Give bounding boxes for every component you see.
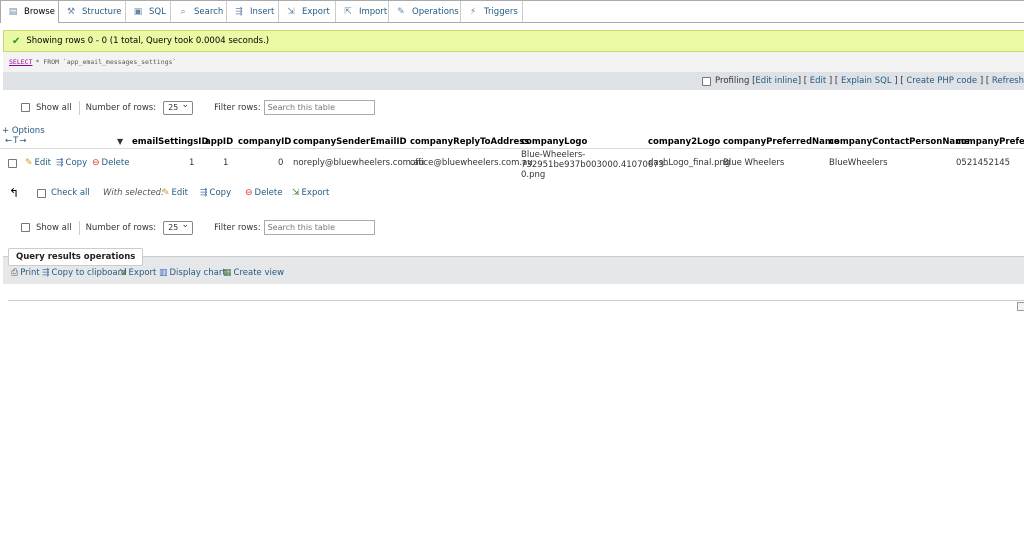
col-companyPreferredContact[interactable]: companyPreferredContact bbox=[956, 137, 1024, 147]
cell-companyLogo[interactable]: Blue-Wheelers- 732951be937b003000.410706… bbox=[521, 150, 667, 180]
tab-triggers[interactable]: ⚡ Triggers bbox=[461, 1, 523, 22]
printer-icon: ⎙ bbox=[11, 268, 19, 278]
col-emailSettingsID[interactable]: emailSettingsID bbox=[132, 137, 209, 147]
explain-sql-link[interactable]: Explain SQL bbox=[841, 76, 892, 86]
tab-export[interactable]: ⇲ Export bbox=[279, 1, 336, 22]
checkmark-icon: ✔ bbox=[12, 35, 21, 47]
tab-import[interactable]: ⇱ Import bbox=[336, 1, 389, 22]
row-edit-button[interactable]: ✎ Edit bbox=[25, 158, 51, 168]
col-company2Logo[interactable]: company2Logo bbox=[648, 137, 720, 147]
triggers-icon: ⚡ bbox=[469, 6, 477, 17]
print-button[interactable]: ⎙ Print bbox=[11, 268, 40, 278]
bulk-edit-button[interactable]: ✎ Edit bbox=[162, 188, 188, 198]
delete-icon: ⊖ bbox=[92, 158, 100, 168]
col-companySenderEmailID[interactable]: companySenderEmailID bbox=[293, 137, 407, 147]
cell-companyPreferredContact[interactable]: 0521452145 bbox=[956, 158, 1010, 168]
options-link[interactable]: + Options bbox=[2, 126, 45, 136]
bulk-copy-button[interactable]: ⇶ Copy bbox=[200, 188, 231, 198]
col-companyReplyToAddress[interactable]: companyReplyToAddress bbox=[410, 137, 529, 147]
filter-input[interactable]: Search this table bbox=[263, 100, 375, 115]
show-all-checkbox-bottom[interactable] bbox=[21, 223, 30, 232]
export-icon: ⇲ bbox=[292, 188, 300, 198]
tab-structure[interactable]: ⚒ Structure bbox=[59, 1, 126, 22]
tab-search[interactable]: ⌕ Search bbox=[171, 1, 227, 22]
rows-select[interactable]: 25 bbox=[163, 99, 194, 115]
operations-icon: ✎ bbox=[397, 6, 405, 17]
check-all-checkbox[interactable] bbox=[37, 189, 46, 198]
bar-chart-icon: ▥ bbox=[159, 268, 168, 278]
row-checkbox[interactable] bbox=[8, 159, 17, 168]
table-navigation-bottom: Show all Number of rows: 25 Filter rows:… bbox=[21, 219, 375, 235]
view-icon: ▦ bbox=[223, 268, 232, 278]
pencil-icon: ✎ bbox=[162, 188, 170, 198]
display-chart-button[interactable]: ▥ Display chart bbox=[159, 268, 226, 278]
table-navigation-top: Show all Number of rows: 25 Filter rows:… bbox=[21, 99, 375, 115]
copy-to-clipboard-button[interactable]: ⇶ Copy to clipboard bbox=[42, 268, 126, 278]
rows-select-bottom[interactable]: 25 bbox=[163, 219, 194, 235]
cell-company2Logo[interactable]: dashLogo_final.png bbox=[648, 158, 730, 168]
export-icon: ⇲ bbox=[119, 268, 127, 278]
cell-companyReplyToAddress[interactable]: office@bluewheelers.com.au bbox=[410, 158, 533, 168]
console-toggle-icon[interactable] bbox=[1017, 302, 1024, 311]
copy-icon: ⇶ bbox=[56, 158, 64, 168]
show-all-label: Show all bbox=[36, 102, 72, 113]
bulk-export-button[interactable]: ⇲ Export bbox=[292, 188, 329, 198]
export-icon: ⇲ bbox=[287, 6, 295, 17]
col-companyContactPersonName[interactable]: companyContactPersonName bbox=[829, 137, 970, 147]
bulk-delete-button[interactable]: ⊖ Delete bbox=[245, 188, 282, 198]
arrow-up-icon: ↰ bbox=[9, 186, 20, 200]
success-message: ✔ Showing rows 0 - 0 (1 total, Query too… bbox=[3, 30, 1024, 52]
create-php-code-link[interactable]: Create PHP code bbox=[906, 76, 977, 86]
insert-icon: ⇶ bbox=[235, 6, 243, 17]
rows-label: Number of rows: bbox=[85, 102, 157, 113]
filter-input-bottom[interactable]: Search this table bbox=[263, 220, 375, 235]
tab-browse[interactable]: ▤ Browse bbox=[0, 1, 59, 23]
tab-bar: ▤ Browse ⚒ Structure ▣ SQL ⌕ Search ⇶ Insert … bbox=[0, 1, 1024, 23]
sql-keyword[interactable]: SELECT bbox=[9, 58, 32, 66]
col-appID[interactable]: appID bbox=[205, 137, 233, 147]
cell-companyID[interactable]: 0 bbox=[278, 158, 283, 168]
refresh-link[interactable]: Refresh bbox=[992, 76, 1024, 86]
tab-operations[interactable]: ✎ Operations bbox=[389, 1, 461, 22]
export-button[interactable]: ⇲ Export bbox=[119, 268, 156, 278]
delete-icon: ⊖ bbox=[245, 188, 253, 198]
divider bbox=[8, 300, 1024, 301]
tab-insert[interactable]: ⇶ Insert bbox=[227, 1, 279, 22]
col-companyPreferredName[interactable]: companyPreferredName bbox=[723, 137, 840, 147]
check-all-label[interactable]: Check all bbox=[51, 188, 90, 198]
edit-inline-link[interactable]: Edit inline bbox=[755, 76, 797, 86]
with-selected-label: With selected: bbox=[103, 188, 164, 198]
pencil-icon: ✎ bbox=[25, 158, 33, 168]
cell-companySenderEmailID[interactable]: noreply@bluewheelers.com.au bbox=[293, 158, 424, 168]
cell-companyPreferredName[interactable]: Blue Wheelers bbox=[723, 158, 784, 168]
cell-appID[interactable]: 1 bbox=[223, 158, 228, 168]
show-all-checkbox[interactable] bbox=[21, 103, 30, 112]
copy-icon: ⇶ bbox=[42, 268, 50, 278]
sql-icon: ▣ bbox=[133, 6, 143, 17]
column-menu-icon[interactable]: ▼ bbox=[117, 137, 123, 146]
sql-query-box[interactable]: SELECT * FROM `app_email_messages_settin… bbox=[3, 52, 1024, 72]
structure-icon: ⚒ bbox=[66, 6, 76, 17]
profiling-checkbox[interactable] bbox=[702, 76, 712, 86]
edit-link[interactable]: Edit bbox=[810, 76, 826, 86]
tab-sql[interactable]: ▣ SQL bbox=[126, 1, 171, 22]
col-companyID[interactable]: companyID bbox=[238, 137, 291, 147]
cell-companyContactPersonName[interactable]: BlueWheelers bbox=[829, 158, 888, 168]
create-view-button[interactable]: ▦ Create view bbox=[223, 268, 284, 278]
import-icon: ⇱ bbox=[344, 6, 352, 17]
copy-icon: ⇶ bbox=[200, 188, 208, 198]
query-links-bar: Profiling [Edit inline] [ Edit ] [ Expla… bbox=[3, 72, 1024, 90]
sort-arrows[interactable]: ←T→ bbox=[5, 136, 27, 146]
col-companyLogo[interactable]: companyLogo bbox=[521, 137, 587, 147]
filter-label: Filter rows: bbox=[214, 102, 261, 113]
row-delete-button[interactable]: ⊖ Delete bbox=[92, 158, 129, 168]
search-icon: ⌕ bbox=[180, 6, 186, 17]
browse-icon: ▤ bbox=[8, 7, 18, 17]
row-copy-button[interactable]: ⇶ Copy bbox=[56, 158, 87, 168]
query-results-operations-title: Query results operations bbox=[8, 248, 144, 266]
cell-emailSettingsID[interactable]: 1 bbox=[189, 158, 194, 168]
sql-query-text: * FROM `app_email_messages_settings` bbox=[35, 58, 177, 66]
